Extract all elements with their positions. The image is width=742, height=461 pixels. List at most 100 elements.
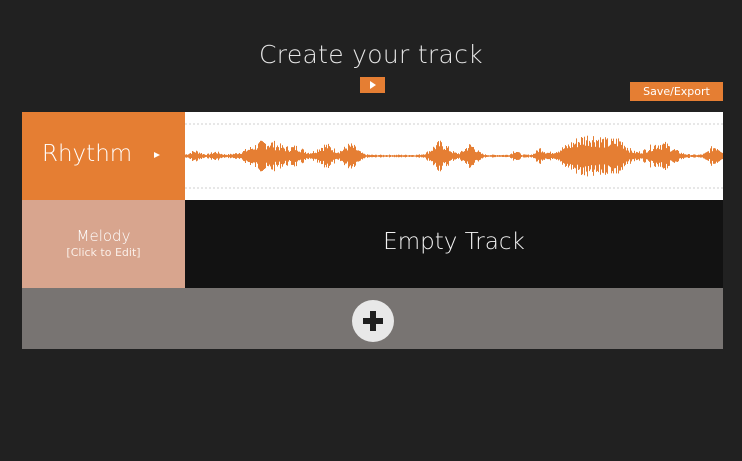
waveform-bar	[611, 138, 612, 174]
waveform-bar	[186, 154, 187, 158]
waveform-bar	[532, 155, 533, 157]
waveform-bar	[402, 155, 403, 157]
waveform-bar	[688, 154, 689, 158]
waveform-bar	[517, 152, 518, 160]
waveform-bar	[556, 152, 557, 160]
waveform-bar	[507, 154, 508, 157]
waveform-bar	[666, 148, 667, 164]
waveform-bar	[416, 154, 417, 158]
waveform-bar	[438, 141, 439, 171]
waveform-bar	[464, 151, 465, 161]
waveform-bar	[194, 152, 195, 160]
waveform-bar	[360, 151, 361, 161]
waveform-bar	[536, 150, 537, 162]
waveform-bar	[335, 152, 336, 160]
waveform-bar	[201, 153, 202, 159]
waveform-bar	[577, 147, 578, 165]
plus-icon	[370, 311, 376, 331]
waveform-bar	[429, 151, 430, 161]
waveform-bar	[312, 153, 313, 159]
waveform-bar	[441, 142, 442, 170]
waveform-bar	[696, 155, 697, 157]
waveform-bar	[391, 155, 392, 157]
waveform-bar	[207, 153, 208, 159]
waveform-bar	[703, 153, 704, 159]
waveform-bar	[609, 145, 610, 167]
waveform-bar	[381, 154, 382, 158]
waveform-bar	[222, 154, 223, 158]
waveform-bar	[552, 153, 553, 159]
waveform-bar	[720, 151, 721, 161]
waveform-bar	[341, 151, 342, 161]
waveform-bar	[226, 154, 227, 158]
waveform-bar	[672, 150, 673, 162]
waveform-bar	[546, 153, 547, 159]
waveform-bar	[270, 145, 271, 167]
waveform-bar	[428, 153, 429, 159]
waveform-bar	[251, 149, 252, 163]
waveform-bar	[333, 152, 334, 160]
waveform-bar	[574, 144, 575, 168]
waveform-bar	[660, 145, 661, 167]
waveform-bar	[706, 152, 707, 160]
waveform-bar	[710, 148, 711, 164]
waveform-bar	[418, 154, 419, 158]
waveform-bar	[687, 154, 688, 158]
waveform-bar	[413, 155, 414, 157]
waveform-bar	[430, 151, 431, 161]
waveform-bar	[500, 155, 501, 157]
add-track-button[interactable]	[352, 300, 394, 342]
waveform-bar	[563, 149, 564, 163]
waveform-bar	[322, 148, 323, 164]
waveform-bar	[488, 155, 489, 157]
waveform-bar	[514, 152, 515, 160]
waveform-bar	[372, 154, 373, 158]
waveform-bar	[319, 149, 320, 163]
waveform-bar	[707, 151, 708, 161]
track-label-melody[interactable]: Melody [Click to Edit]	[22, 200, 185, 288]
waveform-bar	[626, 150, 627, 162]
waveform-bar	[664, 143, 665, 169]
waveform-bar	[211, 152, 212, 160]
waveform-bar	[378, 155, 379, 157]
play-icon[interactable]	[154, 152, 160, 158]
waveform-bar	[373, 155, 374, 157]
save-export-button[interactable]: Save/Export	[630, 82, 723, 101]
waveform-bar	[367, 154, 368, 158]
track-label-rhythm[interactable]: Rhythm	[22, 112, 185, 200]
waveform-bar	[432, 150, 433, 162]
play-all-button[interactable]	[360, 77, 385, 93]
waveform-bar	[257, 148, 258, 164]
waveform-bar	[272, 142, 273, 170]
waveform-bar	[481, 153, 482, 159]
track-lane-melody[interactable]: Empty Track	[185, 200, 723, 288]
waveform-bar	[715, 148, 716, 164]
waveform-bar	[674, 149, 675, 163]
waveform-bar	[275, 150, 276, 162]
waveform-bar	[466, 148, 467, 164]
waveform-bar	[284, 148, 285, 164]
waveform-bar	[463, 151, 464, 161]
waveform-bar	[239, 153, 240, 159]
waveform-bar	[431, 150, 432, 162]
waveform-bar	[307, 153, 308, 159]
waveform-bar	[633, 153, 634, 160]
waveform-bar	[230, 153, 231, 159]
edit-hint: [Click to Edit]	[66, 246, 141, 259]
waveform-bar	[480, 152, 481, 160]
waveform-bar	[344, 146, 345, 166]
waveform-bar	[303, 149, 304, 163]
waveform-bar	[697, 155, 698, 157]
track-lane-rhythm[interactable]	[185, 112, 723, 200]
waveform-bar	[522, 155, 523, 157]
waveform-bar	[282, 145, 283, 167]
waveform-bar	[656, 149, 657, 163]
waveform-bar	[693, 154, 694, 158]
waveform-bar	[518, 152, 519, 160]
waveform-bar	[225, 154, 226, 158]
waveform-bar	[195, 152, 196, 160]
waveform-bar	[516, 152, 517, 160]
waveform-bar	[414, 155, 415, 157]
waveform-bar	[717, 149, 718, 163]
waveform-bar	[292, 147, 293, 165]
